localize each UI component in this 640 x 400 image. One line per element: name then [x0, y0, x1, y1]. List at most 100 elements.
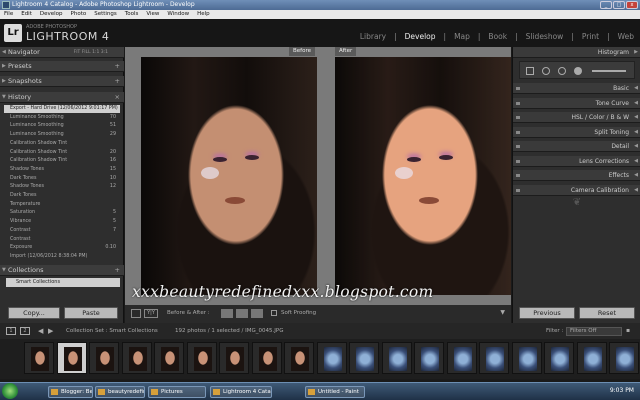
filmstrip-thumbnail[interactable]	[349, 342, 379, 374]
filter-dropdown[interactable]: Filters Off	[566, 327, 622, 336]
history-step[interactable]: Shadow Tones 15	[10, 166, 120, 174]
filmstrip-thumbnail[interactable]	[284, 342, 314, 374]
taskbar-button[interactable]: Untitled - Paint	[305, 386, 365, 398]
history-step[interactable]: Calibration Shadow Tint 16	[10, 157, 120, 165]
filmstrip-thumbnail[interactable]	[251, 342, 282, 374]
crop-tool-icon[interactable]	[526, 67, 534, 75]
history-step[interactable]: Import (12/06/2012 8:38:04 PM)	[10, 253, 120, 261]
filmstrip-thumbnail[interactable]	[56, 342, 87, 374]
filmstrip-thumbnail[interactable]	[446, 342, 477, 374]
panel-switch-icon[interactable]	[516, 116, 520, 119]
panel-header-basic[interactable]: Basic ◀	[513, 83, 640, 94]
history-step[interactable]: Dark Tones	[10, 192, 120, 200]
minimize-button[interactable]: _	[600, 1, 612, 9]
panel-switch-icon[interactable]	[516, 130, 520, 134]
filmstrip-thumbnail[interactable]	[544, 342, 574, 374]
module-library[interactable]: Library	[360, 32, 386, 41]
history-step[interactable]: Export - Hard Drive (12/06/2012 9:01:17 …	[4, 105, 120, 113]
history-step[interactable]: Luminance Smoothing 51	[10, 122, 120, 130]
panel-switch-icon[interactable]	[516, 159, 520, 163]
loupe-view-icon[interactable]	[131, 309, 141, 318]
copy-button[interactable]: Copy...	[8, 307, 60, 319]
history-step[interactable]: Contrast 7	[10, 227, 120, 235]
filmstrip-thumbnail[interactable]	[24, 342, 54, 374]
source-path[interactable]: Collection Set : Smart Collections	[66, 323, 158, 339]
menu-window[interactable]: Window	[163, 10, 193, 19]
menu-edit[interactable]: Edit	[17, 10, 36, 19]
adjustment-brush-icon[interactable]	[592, 70, 626, 72]
copy-settings-icon[interactable]	[221, 309, 233, 318]
panel-header-effects[interactable]: Effects ◀	[513, 170, 640, 181]
module-map[interactable]: Map	[454, 32, 470, 41]
taskbar-button[interactable]: beautyredefined	[95, 386, 145, 398]
module-print[interactable]: Print	[582, 32, 599, 41]
menu-settings[interactable]: Settings	[90, 10, 121, 19]
filmstrip-thumbnail[interactable]	[219, 342, 249, 374]
taskbar-button[interactable]: Lightroom 4 Catalo...	[210, 386, 272, 398]
filmstrip-thumbnail[interactable]	[414, 342, 444, 374]
menu-view[interactable]: View	[142, 10, 163, 19]
paste-button[interactable]: Paste	[64, 307, 118, 319]
panel-switch-icon[interactable]	[516, 145, 520, 148]
panel-switch-icon[interactable]	[516, 188, 520, 192]
filter-lock-icon[interactable]: ▪	[626, 323, 630, 339]
reset-button[interactable]: Reset	[579, 307, 635, 319]
panel-header-detail[interactable]: Detail ◀	[513, 141, 640, 152]
graduated-filter-icon[interactable]	[574, 67, 582, 75]
toolbar-menu-icon[interactable]: ▼	[500, 309, 505, 316]
zoom-options[interactable]: FIT FILL 1:1 3:1	[74, 47, 108, 58]
filmstrip-thumbnail[interactable]	[479, 342, 509, 374]
filmstrip-thumbnail[interactable]	[511, 342, 542, 374]
menu-help[interactable]: Help	[193, 10, 214, 19]
module-book[interactable]: Book	[488, 32, 507, 41]
add-collection-icon[interactable]: +	[115, 265, 120, 276]
soft-proofing-checkbox[interactable]	[271, 310, 277, 316]
module-slideshow[interactable]: Slideshow	[526, 32, 564, 41]
panel-header-camera-calibration[interactable]: Camera Calibration ◀	[513, 184, 640, 196]
history-step[interactable]: Vibrance 5	[10, 218, 120, 226]
filmstrip-thumbnail[interactable]	[316, 342, 347, 374]
history-step[interactable]: Exposure 0.10	[10, 244, 120, 252]
taskbar-button[interactable]: Pictures	[148, 386, 206, 398]
panel-switch-icon[interactable]	[516, 87, 520, 90]
panel-header-split-toning[interactable]: Split Toning ◀	[513, 126, 640, 138]
histogram-header[interactable]: Histogram ▶	[513, 47, 640, 58]
filmstrip-thumbnail[interactable]	[609, 342, 639, 374]
next-image-icon[interactable]: ▶	[48, 323, 53, 339]
history-step[interactable]: Shadow Tones 12	[10, 183, 120, 191]
panel-header-lens-corrections[interactable]: Lens Corrections ◀	[513, 155, 640, 167]
close-button[interactable]: x	[626, 1, 638, 9]
history-step[interactable]: Dark Tones 10	[10, 175, 120, 183]
history-step[interactable]: Luminance Smoothing 29	[10, 131, 120, 139]
panel-header-hsl-color-b-w[interactable]: HSL / Color / B & W ◀	[513, 112, 640, 123]
panel-header-tone-curve[interactable]: Tone Curve ◀	[513, 97, 640, 109]
swap-settings-icon[interactable]	[236, 309, 248, 318]
maximize-button[interactable]: □	[613, 1, 625, 9]
taskbar-button[interactable]: Blogger: BeautyRed...	[48, 386, 93, 398]
filmstrip-thumbnail[interactable]	[186, 342, 217, 374]
start-button-icon[interactable]	[2, 383, 18, 399]
filmstrip-thumbnail[interactable]	[381, 342, 412, 374]
add-snapshot-icon[interactable]: +	[115, 76, 120, 87]
menu-develop[interactable]: Develop	[36, 10, 67, 19]
menu-photo[interactable]: Photo	[67, 10, 91, 19]
previous-button[interactable]: Previous	[519, 307, 575, 319]
red-eye-icon[interactable]	[558, 67, 566, 75]
presets-header[interactable]: ▶ Presets +	[0, 61, 124, 72]
menu-file[interactable]: File	[0, 10, 17, 19]
before-after-mode-icon[interactable]: Y|Y	[144, 309, 158, 318]
filmstrip-thumbnail[interactable]	[89, 342, 119, 374]
history-step[interactable]: Temperature	[10, 201, 120, 209]
swap-icon[interactable]	[251, 309, 263, 318]
menu-tools[interactable]: Tools	[121, 10, 143, 19]
clear-history-icon[interactable]: ×	[115, 92, 120, 103]
filmstrip-thumbnail[interactable]	[154, 342, 184, 374]
collections-header[interactable]: ▼ Collections +	[0, 265, 124, 276]
panel-switch-icon[interactable]	[516, 101, 520, 105]
smart-collections-item[interactable]: Smart Collections	[6, 278, 120, 287]
secondary-window-icon[interactable]: 1	[6, 327, 16, 335]
module-develop[interactable]: Develop	[405, 32, 436, 41]
module-web[interactable]: Web	[618, 32, 634, 41]
history-step[interactable]: Contrast	[10, 236, 120, 244]
snapshots-header[interactable]: ▶ Snapshots +	[0, 76, 124, 87]
